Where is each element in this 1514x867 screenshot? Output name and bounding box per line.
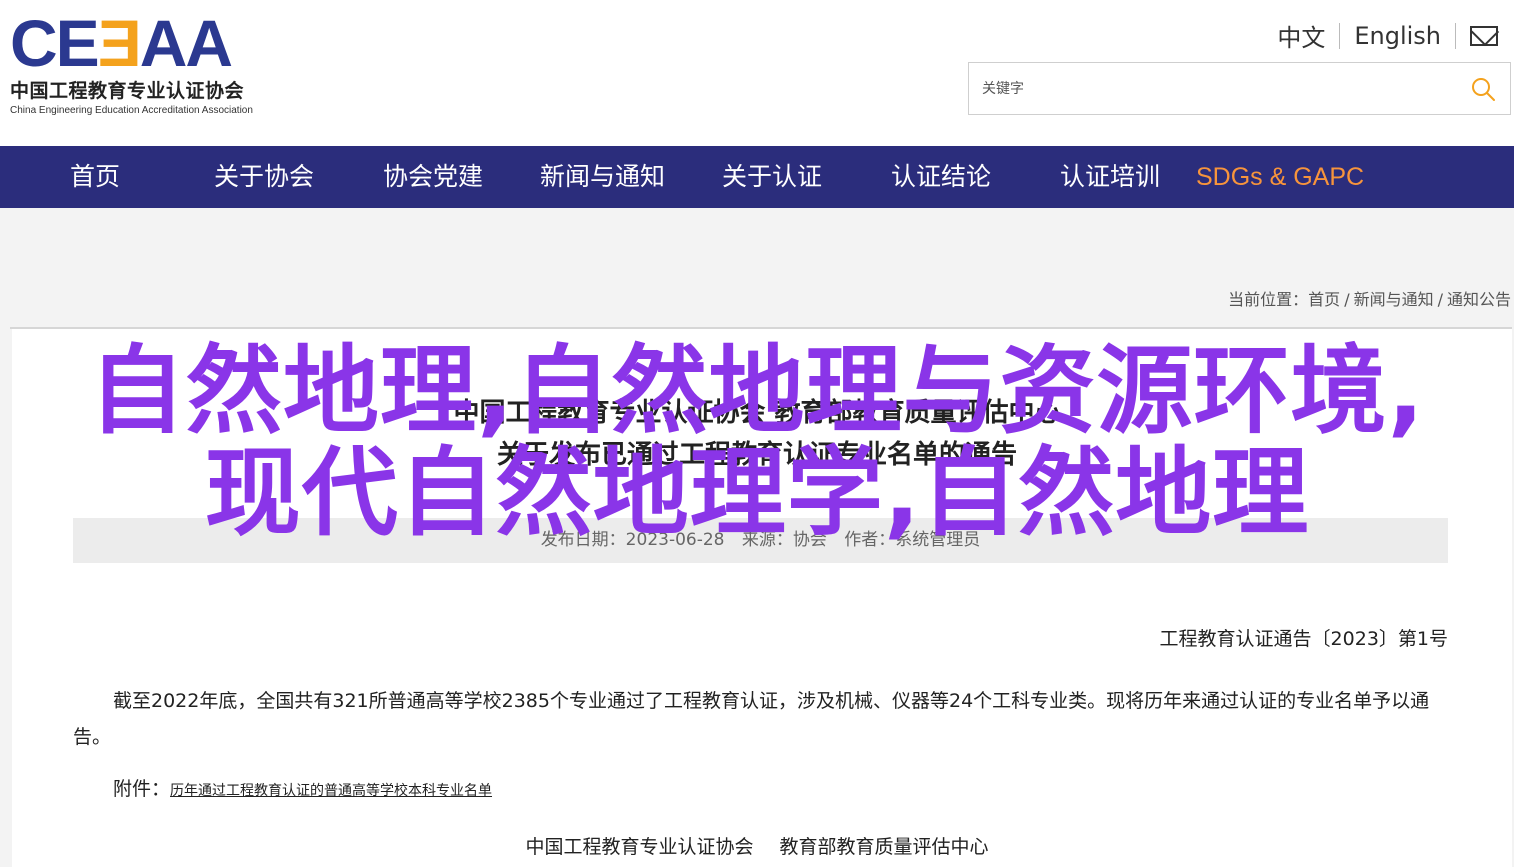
article-date: 发布日期：2023-06-28 [540, 530, 725, 550]
article-title-line1: 中国工程教育专业认证协会 教育部教育质量评估中心 [453, 398, 1061, 428]
attachment: 附件：历年通过工程教育认证的普通高等学校本科专业名单 [113, 774, 492, 801]
lang-cn-link[interactable]: 中文 [1277, 18, 1325, 53]
search-input[interactable] [969, 63, 1449, 114]
nav-item-home[interactable]: 首页 [70, 146, 120, 208]
site-header: CE Ǝ AA 中国工程教育专业认证协会 China Engineering Edu… [0, 0, 1514, 146]
signature-center: 教育部教育质量评估中心 [779, 836, 989, 858]
article-meta: 发布日期：2023-06-28 来源：协会 作者：系统管理员 [73, 518, 1448, 563]
attachment-link[interactable]: 历年通过工程教育认证的普通高等学校本科专业名单 [170, 783, 492, 799]
article-author: 作者：系统管理员 [844, 530, 981, 550]
breadcrumb: 当前位置：首页 / 新闻与通知 / 通知公告 [1228, 286, 1511, 310]
lang-divider [1455, 22, 1456, 49]
logo-mark-mid: Ǝ [97, 6, 142, 80]
language-switcher: 中文 English [1277, 18, 1498, 53]
site-logo[interactable]: CE Ǝ AA 中国工程教育专业认证协会 China Engineering Edu… [10, 6, 270, 116]
logo-mark-right: AA [139, 6, 233, 80]
article-title-line2: 关于发布已通过工程教育认证专业名单的通告 [496, 440, 1017, 470]
lang-en-link[interactable]: English [1354, 22, 1441, 50]
breadcrumb-notices[interactable]: 通知公告 [1447, 290, 1511, 309]
nav-item-about-association[interactable]: 关于协会 [214, 146, 314, 208]
breadcrumb-separator: / [1344, 290, 1350, 309]
nav-item-training[interactable]: 认证培训 [1060, 146, 1160, 208]
article-title: 中国工程教育专业认证协会 教育部教育质量评估中心 关于发布已通过工程教育认证专业… [0, 392, 1514, 476]
article-source: 来源：协会 [741, 530, 827, 550]
article-signature: 中国工程教育专业认证协会 教育部教育质量评估中心 [0, 832, 1514, 859]
breadcrumb-news[interactable]: 新闻与通知 [1354, 290, 1434, 309]
breadcrumb-separator: / [1437, 290, 1443, 309]
mail-icon[interactable] [1470, 25, 1498, 46]
nav-item-news[interactable]: 新闻与通知 [540, 146, 665, 208]
document-number: 工程教育认证通告〔2023〕第1号 [1159, 628, 1448, 650]
nav-item-about-accreditation[interactable]: 关于认证 [722, 146, 822, 208]
breadcrumb-prefix: 当前位置： [1228, 290, 1309, 309]
search-box [968, 62, 1511, 115]
nav-item-accreditation-results[interactable]: 认证结论 [891, 146, 991, 208]
search-icon[interactable] [1470, 76, 1496, 102]
attachment-label: 附件： [113, 778, 171, 800]
logo-mark-left: CE [10, 6, 100, 80]
lang-divider [1339, 22, 1341, 49]
nav-item-party-building[interactable]: 协会党建 [383, 146, 483, 208]
logo-name-en: China Engineering Education Accreditatio… [10, 105, 253, 116]
logo-name-cn: 中国工程教育专业认证协会 [10, 80, 245, 102]
nav-item-sdgs-gapc[interactable]: SDGs & GAPC [1196, 146, 1364, 208]
main-nav: 首页 关于协会 协会党建 新闻与通知 关于认证 认证结论 认证培训 SDGs &… [0, 146, 1514, 208]
signature-association: 中国工程教育专业认证协会 [525, 836, 754, 858]
breadcrumb-home[interactable]: 首页 [1308, 290, 1340, 309]
logo-mark: CE Ǝ AA [10, 6, 270, 80]
article-paragraph: 截至2022年底，全国共有321所普通高等学校2385个专业通过了工程教育认证，… [73, 690, 1430, 748]
